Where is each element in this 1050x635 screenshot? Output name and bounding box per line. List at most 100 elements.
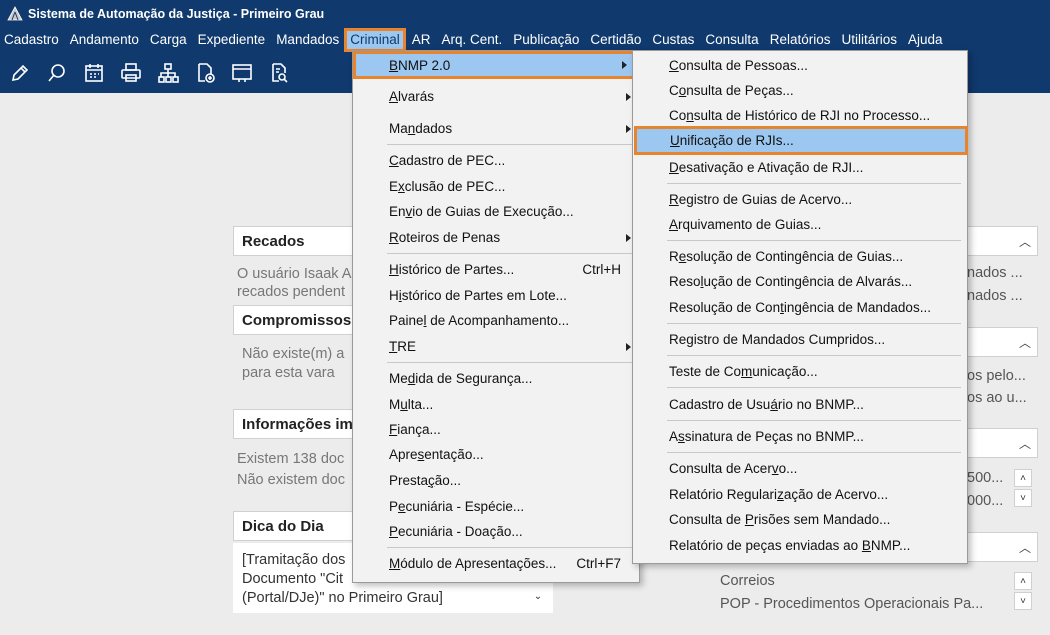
dica-scroll-down[interactable]: ⌄ bbox=[529, 587, 547, 605]
submenu-item-consulta-pecas[interactable]: Consulta de Peças... bbox=[633, 78, 967, 103]
menu-item-cadastro-pec[interactable]: Cadastro de PEC... bbox=[353, 148, 639, 173]
submenu-item-contingencia-alvaras[interactable]: Resolução de Contingência de Alvarás... bbox=[633, 269, 967, 294]
collapse-icon[interactable]: ︿ bbox=[1016, 333, 1034, 351]
menu-separator bbox=[667, 240, 961, 241]
recados-panel: Recados bbox=[233, 226, 363, 256]
submenu-item-assinatura-pecas[interactable]: Assinatura de Peças no BNMP... bbox=[633, 424, 967, 449]
menu-item-fianca[interactable]: Fiança... bbox=[353, 417, 639, 442]
document-search-icon[interactable] bbox=[263, 57, 295, 89]
submenu-item-relatorio-pecas[interactable]: Relatório de peças enviadas ao BNMP... bbox=[633, 533, 967, 558]
submenu-item-consulta-pessoas[interactable]: Consulta de Pessoas... bbox=[633, 53, 967, 78]
submenu-item-historico-rji[interactable]: Consulta de Histórico de RJI no Processo… bbox=[633, 103, 967, 128]
menu-utilitarios[interactable]: Utilitários bbox=[841, 29, 902, 51]
menu-item-tre[interactable]: TRE bbox=[353, 334, 639, 359]
menu-item-label: Fiança... bbox=[389, 422, 441, 437]
menu-item-label: Relatório Regularização de Acervo... bbox=[669, 487, 889, 502]
menu-item-label: Cadastro de PEC... bbox=[389, 153, 506, 168]
menu-relatorios[interactable]: Relatórios bbox=[770, 29, 836, 51]
menu-andamento[interactable]: Andamento bbox=[70, 29, 144, 51]
dica-panel: Dica do Dia bbox=[233, 511, 363, 541]
org-chart-icon[interactable] bbox=[152, 57, 184, 89]
submenu-item-desativacao-rji[interactable]: Desativação e Ativação de RJI... bbox=[633, 155, 967, 180]
submenu-item-registro-guias[interactable]: Registro de Guias de Acervo... bbox=[633, 187, 967, 212]
compromissos-line-1: Não existe(m) a bbox=[242, 346, 345, 362]
menu-publicacao[interactable]: Publicação bbox=[513, 29, 584, 51]
menu-item-label: TRE bbox=[389, 339, 417, 354]
menu-item-bnmp[interactable]: BNMP 2.0 bbox=[353, 51, 635, 79]
menu-item-prestacao[interactable]: Prestação... bbox=[353, 468, 639, 493]
collapse-icon[interactable]: ︿ bbox=[1016, 434, 1034, 452]
window-icon[interactable] bbox=[226, 57, 258, 89]
scroll-down-icon[interactable]: ˅ bbox=[1014, 592, 1032, 610]
menu-item-exclusao-pec[interactable]: Exclusão de PEC... bbox=[353, 174, 639, 199]
submenu-item-cadastro-usuario[interactable]: Cadastro de Usuário no BNMP... bbox=[633, 392, 967, 417]
menu-item-label: Teste de Comunicação... bbox=[669, 364, 818, 379]
menu-certidao[interactable]: Certidão bbox=[590, 29, 646, 51]
submenu-item-prisoes-sem-mandado[interactable]: Consulta de Prisões sem Mandado... bbox=[633, 507, 967, 532]
menu-item-label: Consulta de Prisões sem Mandado... bbox=[669, 512, 891, 527]
menu-criminal[interactable]: Criminal bbox=[344, 27, 406, 52]
menu-item-historico-lote[interactable]: Histórico de Partes em Lote... bbox=[353, 283, 639, 308]
document-add-icon[interactable] bbox=[189, 57, 221, 89]
menu-item-label: Exclusão de PEC... bbox=[389, 179, 506, 194]
menu-item-alvaras[interactable]: Alvarás bbox=[353, 84, 639, 109]
menu-item-label: Roteiros de Penas bbox=[389, 230, 501, 245]
menu-item-label: Cadastro de Usuário no BNMP... bbox=[669, 397, 864, 412]
menu-item-modulo-apresentacoes[interactable]: Módulo de Apresentações... Ctrl+F7 bbox=[353, 551, 639, 576]
menu-carga[interactable]: Carga bbox=[150, 29, 192, 51]
menu-separator bbox=[667, 387, 961, 388]
menu-ar[interactable]: AR bbox=[412, 29, 436, 51]
menu-item-label: Resolução de Contingência de Mandados... bbox=[669, 300, 931, 315]
right-text-3a: 500... bbox=[967, 470, 1004, 486]
menu-item-medida-seguranca[interactable]: Medida de Segurança... bbox=[353, 366, 639, 391]
menu-arq-cent[interactable]: Arq. Cent. bbox=[442, 29, 508, 51]
menu-item-label: Painel de Acompanhamento... bbox=[389, 313, 570, 328]
bnmp-submenu: Consulta de Pessoas... Consulta de Peças… bbox=[632, 50, 968, 564]
submenu-item-consulta-acervo[interactable]: Consulta de Acervo... bbox=[633, 456, 967, 481]
printer-icon[interactable] bbox=[115, 57, 147, 89]
menu-expediente[interactable]: Expediente bbox=[198, 29, 271, 51]
scroll-up-icon[interactable]: ˄ bbox=[1014, 469, 1032, 487]
collapse-icon[interactable]: ︿ bbox=[1016, 232, 1034, 250]
informacoes-panel: Informações im bbox=[233, 409, 363, 439]
menu-mandados[interactable]: Mandados bbox=[276, 29, 344, 51]
scroll-down-icon[interactable]: ˅ bbox=[1014, 489, 1032, 507]
menu-ajuda[interactable]: Ajuda bbox=[908, 29, 948, 51]
menu-item-pecuniaria-doacao[interactable]: Pecuniária - Doação... bbox=[353, 519, 639, 544]
menu-consulta[interactable]: Consulta bbox=[705, 29, 763, 51]
menu-item-envio-guias[interactable]: Envio de Guias de Execução... bbox=[353, 199, 639, 224]
calendar-icon[interactable] bbox=[78, 57, 110, 89]
collapse-icon[interactable]: ︿ bbox=[1016, 538, 1034, 556]
recados-title: Recados bbox=[242, 233, 305, 250]
menu-item-label: Relatório de peças enviadas ao BNMP... bbox=[669, 538, 911, 553]
menu-item-historico-partes[interactable]: Histórico de Partes... Ctrl+H bbox=[353, 257, 639, 282]
submenu-item-contingencia-mandados[interactable]: Resolução de Contingência de Mandados... bbox=[633, 295, 967, 320]
menu-item-pecuniaria-especie[interactable]: Pecuniária - Espécie... bbox=[353, 494, 639, 519]
menu-item-label: Registro de Guias de Acervo... bbox=[669, 192, 853, 207]
scroll-up-icon[interactable]: ˄ bbox=[1014, 572, 1032, 590]
submenu-item-arquivamento-guias[interactable]: Arquivamento de Guias... bbox=[633, 212, 967, 237]
menu-item-roteiros-penas[interactable]: Roteiros de Penas bbox=[353, 225, 639, 250]
submenu-item-mandados-cumpridos[interactable]: Registro de Mandados Cumpridos... bbox=[633, 327, 967, 352]
menu-item-label: Consulta de Acervo... bbox=[669, 461, 798, 476]
app-logo-icon bbox=[7, 6, 23, 21]
menu-cadastro[interactable]: Cadastro bbox=[4, 29, 64, 51]
informacoes-line-2: Não existem doc bbox=[237, 472, 345, 488]
search-icon[interactable] bbox=[41, 57, 73, 89]
menu-custas[interactable]: Custas bbox=[652, 29, 699, 51]
menu-item-mandados[interactable]: Mandados bbox=[353, 116, 639, 141]
submenu-item-teste-comunicacao[interactable]: Teste de Comunicação... bbox=[633, 359, 967, 384]
submenu-item-unificacao-rjis[interactable]: Unificação de RJIs... bbox=[634, 126, 968, 155]
submenu-item-contingencia-guias[interactable]: Resolução de Contingência de Guias... bbox=[633, 244, 967, 269]
edit-icon[interactable] bbox=[4, 57, 36, 89]
menu-item-apresentacao[interactable]: Apresentação... bbox=[353, 442, 639, 467]
menu-item-multa[interactable]: Multa... bbox=[353, 392, 639, 417]
submenu-item-relatorio-regularizacao[interactable]: Relatório Regularização de Acervo... bbox=[633, 482, 967, 507]
menu-item-label: Módulo de Apresentações... bbox=[389, 556, 557, 571]
submenu-arrow-icon bbox=[626, 342, 631, 351]
menu-item-painel[interactable]: Painel de Acompanhamento... bbox=[353, 308, 639, 333]
submenu-arrow-icon bbox=[626, 233, 631, 242]
menu-item-shortcut: Ctrl+H bbox=[582, 262, 621, 277]
compromissos-title: Compromissos bbox=[242, 312, 352, 329]
menu-item-shortcut: Ctrl+F7 bbox=[576, 556, 621, 571]
